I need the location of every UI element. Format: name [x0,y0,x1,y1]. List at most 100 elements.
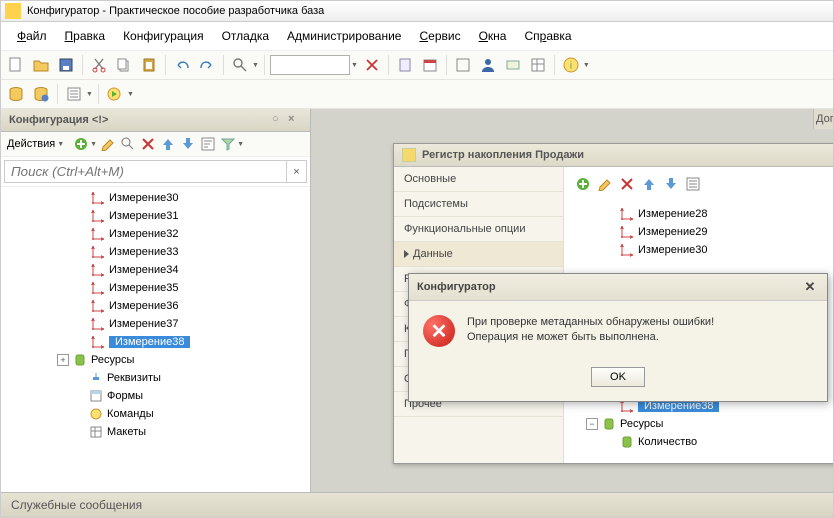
config-panel-title: Конфигурация <!> [9,114,108,126]
data-edit-icon[interactable] [596,175,614,193]
undo-icon[interactable] [171,54,193,76]
tree-item-group[interactable]: Формы [1,387,310,405]
search-icon[interactable] [229,54,251,76]
tree-item-dimension[interactable]: Измерение34 [1,261,310,279]
config-tree[interactable]: Измерение30 Измерение31 Измерение32 Изме… [1,187,310,492]
toolbar-search-input[interactable] [270,55,350,75]
tool-icon-1[interactable] [452,54,474,76]
menu-file[interactable]: Файл [9,26,55,46]
edit-icon[interactable] [99,135,117,153]
filter-icon[interactable] [219,135,237,153]
tool-icon-2[interactable] [502,54,524,76]
data-tree-item[interactable]: Измерение28 [570,205,833,223]
list-dropdown-icon[interactable]: ▼ [86,91,93,98]
info-icon[interactable]: i [560,54,582,76]
data-add-icon[interactable] [574,175,592,193]
search-dropdown-icon[interactable]: ▼ [252,62,259,69]
data-tree-item[interactable]: Измерение29 [570,223,833,241]
calc-icon[interactable] [394,54,416,76]
register-window-header[interactable]: Регистр накопления Продажи [394,144,833,167]
tool-icon-3[interactable] [527,54,549,76]
expander-icon[interactable]: + [57,354,69,366]
menu-windows[interactable]: Окна [471,26,515,46]
add-dropdown-icon[interactable]: ▼ [90,141,97,148]
run-dropdown-icon[interactable]: ▼ [127,91,134,98]
menu-admin[interactable]: Администрирование [279,26,409,46]
data-tree-item[interactable]: Измерение30 [570,241,833,259]
tree-item-dimension[interactable]: Измерение37 [1,315,310,333]
data-toolbar [570,173,833,199]
new-icon[interactable] [5,54,27,76]
search-row: × [1,157,310,187]
app-icon [5,3,21,19]
clear-icon[interactable] [361,54,383,76]
tree-item-group[interactable]: Команды [1,405,310,423]
titlebar: Конфигуратор - Практическое пособие разр… [1,1,833,22]
info-dropdown-icon[interactable]: ▼ [583,62,590,69]
search-input[interactable] [4,160,287,183]
data-props-icon[interactable] [684,175,702,193]
search-tree-icon[interactable] [119,135,137,153]
property-tab[interactable]: Функциональные опции [394,217,563,242]
tree-item-dimension[interactable]: Измерение35 [1,279,310,297]
statusbar: Служебные сообщения [1,492,833,517]
actions-label[interactable]: Действия [7,138,55,150]
tree-item-dimension[interactable]: Измерение30 [1,189,310,207]
panel-pin-icon[interactable]: ○ [272,113,286,127]
property-tab-label: Подсистемы [404,198,468,210]
tree-item-group[interactable]: Реквизиты [1,369,310,387]
menu-edit[interactable]: Правка [57,26,114,46]
data-tree-group[interactable]: − Ресурсы [570,415,833,433]
run-icon[interactable] [104,83,126,105]
search-input-dropdown[interactable]: ▼ [351,62,358,69]
tree-item-group[interactable]: Макеты [1,423,310,441]
menu-help[interactable]: Справка [516,26,579,46]
main-toolbar: ▼ ▼ i ▼ [1,51,833,80]
property-tab[interactable]: Основные [394,167,563,192]
data-up-icon[interactable] [640,175,658,193]
panel-close-icon[interactable]: × [288,113,302,127]
tree-item-dimension[interactable]: Измерение31 [1,207,310,225]
list-icon[interactable] [63,83,85,105]
db-sync-icon[interactable] [30,83,52,105]
add-icon[interactable] [72,135,90,153]
status-text: Служебные сообщения [11,498,142,512]
dialog-close-icon[interactable]: ✕ [801,279,819,295]
property-tab[interactable]: Данные [394,242,563,267]
tree-item-dimension[interactable]: Измерение38 [1,333,310,351]
actions-dropdown-icon[interactable]: ▼ [57,141,64,148]
calendar-icon[interactable] [419,54,441,76]
search-clear-icon[interactable]: × [287,160,307,183]
db-icon[interactable] [5,83,27,105]
dimension-icon [91,335,105,349]
copy-icon[interactable] [113,54,135,76]
sort-icon[interactable] [199,135,217,153]
dialog-titlebar[interactable]: Конфигуратор ✕ [409,274,827,301]
data-delete-icon[interactable] [618,175,636,193]
delete-icon[interactable] [139,135,157,153]
filter-dropdown-icon[interactable]: ▼ [237,141,244,148]
right-tab[interactable]: Доп [813,109,833,129]
menu-config[interactable]: Конфигурация [115,26,212,46]
data-down-icon[interactable] [662,175,680,193]
dialog-message: При проверке метаданных обнаружены ошибк… [467,315,714,346]
down-icon[interactable] [179,135,197,153]
tree-item-group[interactable]: + Ресурсы [1,351,310,369]
menu-service[interactable]: Сервис [411,26,468,46]
redo-icon[interactable] [196,54,218,76]
paste-icon[interactable] [138,54,160,76]
cut-icon[interactable] [88,54,110,76]
tree-item-dimension[interactable]: Измерение33 [1,243,310,261]
data-tree-subitem[interactable]: Количество [570,433,833,451]
tree-item-dimension[interactable]: Измерение32 [1,225,310,243]
save-icon[interactable] [55,54,77,76]
dialog-ok-button[interactable]: OK [591,367,645,387]
open-icon[interactable] [30,54,52,76]
property-tab[interactable]: Подсистемы [394,192,563,217]
register-window-title: Регистр накопления Продажи [422,149,584,161]
expander-icon[interactable]: − [586,418,598,430]
user-icon[interactable] [477,54,499,76]
up-icon[interactable] [159,135,177,153]
menu-debug[interactable]: Отладка [214,26,277,46]
tree-item-dimension[interactable]: Измерение36 [1,297,310,315]
